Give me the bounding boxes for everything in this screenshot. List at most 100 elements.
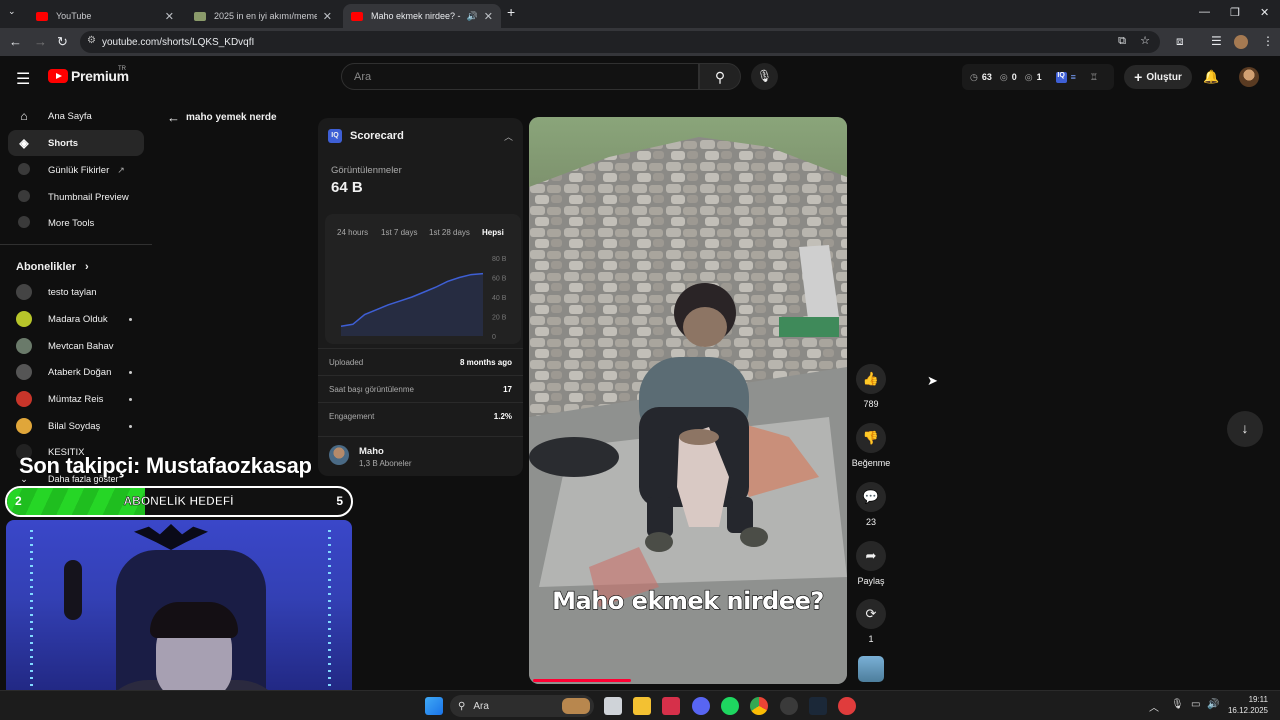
sidebar-item-shorts[interactable]: ◈ Shorts xyxy=(8,130,144,156)
sidebar-item-thumbnail-preview[interactable]: Thumbnail Preview xyxy=(8,184,144,210)
trophy-icon[interactable]: ♖ xyxy=(1090,72,1098,83)
youtube-logo[interactable]: Premium TR xyxy=(48,66,129,84)
create-button[interactable]: + Oluştur xyxy=(1124,65,1192,89)
channel-avatar xyxy=(16,364,32,380)
chevron-up-icon[interactable]: ︿ xyxy=(504,130,513,143)
search-input[interactable]: Ara xyxy=(341,63,699,90)
subscription-item[interactable]: testo taylan xyxy=(16,281,144,303)
share-label: Paylaş xyxy=(857,576,885,586)
spotify-icon[interactable] xyxy=(721,697,739,715)
start-button-icon[interactable] xyxy=(425,697,443,715)
close-tab-icon[interactable]: ✕ xyxy=(165,10,174,23)
subscriptions-heading[interactable]: Abonelikler › xyxy=(16,261,89,273)
browser-menu-icon[interactable]: ⋮ xyxy=(1262,34,1274,48)
extension-stats-bar[interactable]: ◷ 63 ◎ 0 ◎ 1 IQ ≡ ♖ xyxy=(962,64,1114,90)
tray-display-icon[interactable]: ▭ xyxy=(1191,699,1200,710)
sidebar-item-daily-ideas[interactable]: Günlük Fikirler ↗ xyxy=(8,157,144,183)
tab-search-icon[interactable]: ⌄ xyxy=(8,6,16,17)
scorecard-header[interactable]: IQ Scorecard xyxy=(328,129,404,143)
like-count: 789 xyxy=(863,399,879,409)
forward-icon[interactable]: → xyxy=(34,34,47,49)
subscription-item[interactable]: Mevtcan Bahav xyxy=(16,335,144,357)
close-tab-icon[interactable]: ✕ xyxy=(484,10,493,23)
close-tab-icon[interactable]: ✕ xyxy=(323,10,332,23)
shorts-icon: ◈ xyxy=(19,136,29,150)
bookmark-star-icon[interactable]: ☆ xyxy=(1140,34,1150,47)
share-icon[interactable]: ➦ xyxy=(856,541,886,571)
subscription-item[interactable]: Madara Olduk xyxy=(16,308,144,330)
y-tick-label: 60 B xyxy=(492,276,507,283)
comment-icon[interactable]: 💬 xyxy=(856,482,886,512)
sidebar-item-home[interactable]: ⌂ Ana Sayfa xyxy=(8,103,144,129)
menu-icon[interactable]: ☰ xyxy=(16,69,30,89)
extensions-icon[interactable]: ⧈ xyxy=(1176,34,1184,49)
stat-value: 17 xyxy=(503,385,512,394)
new-content-dot xyxy=(129,424,132,428)
tray-mic-icon[interactable]: 🎙 xyxy=(1171,699,1184,710)
remix-action[interactable]: ⟳ 1 xyxy=(851,599,891,644)
remix-icon[interactable]: ⟳ xyxy=(856,599,886,629)
browser-tab-meme[interactable]: 2025 in en iyi akımı/meme si - ✕ xyxy=(186,4,340,28)
shorts-video-player[interactable]: Maho ekmek nirdee? xyxy=(529,117,847,684)
taskbar-search[interactable]: ⚲ Ara xyxy=(450,695,594,717)
browser-tab-active[interactable]: Maho ekmek nirdee? - Yo 🔊 ✕ xyxy=(343,4,501,28)
speaker-icon[interactable]: 🔊 xyxy=(467,11,478,22)
task-view-icon[interactable] xyxy=(604,697,622,715)
chrome-icon[interactable] xyxy=(750,697,768,715)
channel-row[interactable]: Maho 1,3 B Aboneler xyxy=(318,436,523,476)
share-action[interactable]: ➦ Paylaş xyxy=(851,541,891,586)
clock-time: 19:11 xyxy=(1248,695,1268,704)
like-action[interactable]: 👍 789 xyxy=(851,364,891,409)
subscription-item[interactable]: Ataberk Doğan xyxy=(16,361,144,383)
tray-volume-icon[interactable]: 🔊 xyxy=(1207,699,1219,710)
new-tab-icon[interactable]: + xyxy=(507,4,515,20)
discord-icon[interactable] xyxy=(692,697,710,715)
back-to-search-link[interactable]: ← maho yemek nerde xyxy=(167,110,277,125)
sidebar-item-more-tools[interactable]: More Tools xyxy=(8,210,144,236)
sidebar-item-label: Thumbnail Preview xyxy=(48,191,129,203)
tray-chevron-up-icon[interactable]: ︿ xyxy=(1149,699,1159,714)
vidiq-icon[interactable]: IQ xyxy=(1055,71,1067,83)
reading-list-icon[interactable]: ☰ xyxy=(1211,34,1222,48)
list-icon[interactable]: ≡ xyxy=(1071,72,1076,82)
cast-icon[interactable]: ⧉ xyxy=(1118,35,1126,48)
reload-icon[interactable]: ↻ xyxy=(57,34,68,50)
subscription-item[interactable]: Mümtaz Reis xyxy=(16,388,144,410)
address-bar[interactable]: ⚙ youtube.com/shorts/LQKS_KDvqfI ⧉ ☆ xyxy=(80,31,1160,53)
video-progress-bar[interactable] xyxy=(533,679,631,682)
mouse-cursor-icon: ➤ xyxy=(927,373,938,388)
minimize-icon[interactable]: — xyxy=(1199,6,1210,18)
voice-search-button[interactable]: 🎙 xyxy=(751,63,778,90)
new-content-dot xyxy=(129,397,132,401)
scorecard-title: Scorecard xyxy=(350,130,404,142)
comment-action[interactable]: 💬 23 xyxy=(851,482,891,527)
dislike-action[interactable]: 👎 Beğenme xyxy=(851,423,891,468)
site-info-icon[interactable]: ⚙ xyxy=(87,35,96,46)
stat-watch: 1 xyxy=(1036,72,1042,82)
back-icon[interactable]: ← xyxy=(9,34,22,49)
close-window-icon[interactable]: ✕ xyxy=(1260,6,1269,19)
browser-tab-youtube[interactable]: YouTube ✕ xyxy=(28,4,182,28)
steam-icon[interactable] xyxy=(809,697,827,715)
range-tab-all[interactable]: Hepsi xyxy=(482,228,504,237)
y-tick-label: 40 B xyxy=(492,295,507,302)
search-button[interactable]: ⚲ xyxy=(699,63,741,90)
plus-icon: + xyxy=(1134,69,1143,85)
sound-thumbnail[interactable] xyxy=(858,656,884,682)
range-tab-28d[interactable]: 1st 28 days xyxy=(429,228,470,237)
obs-icon[interactable] xyxy=(780,697,798,715)
next-video-button[interactable]: ↓ xyxy=(1227,411,1263,447)
notifications-bell-icon[interactable]: 🔔 xyxy=(1203,69,1219,85)
range-tab-24h[interactable]: 24 hours xyxy=(337,228,368,237)
thumbs-up-icon[interactable]: 👍 xyxy=(856,364,886,394)
profile-avatar-icon[interactable] xyxy=(1234,35,1248,49)
app-icon-redcircle[interactable] xyxy=(838,697,856,715)
app-icon-red[interactable] xyxy=(662,697,680,715)
file-explorer-icon[interactable] xyxy=(633,697,651,715)
restore-icon[interactable]: ❐ xyxy=(1230,6,1240,19)
range-tab-7d[interactable]: 1st 7 days xyxy=(381,228,417,237)
subscription-item[interactable]: Bilal Soydaş xyxy=(16,415,144,437)
tray-clock[interactable]: 19:11 16.12.2025 xyxy=(1228,694,1268,716)
thumbs-down-icon[interactable]: 👎 xyxy=(856,423,886,453)
account-avatar[interactable] xyxy=(1239,67,1259,87)
